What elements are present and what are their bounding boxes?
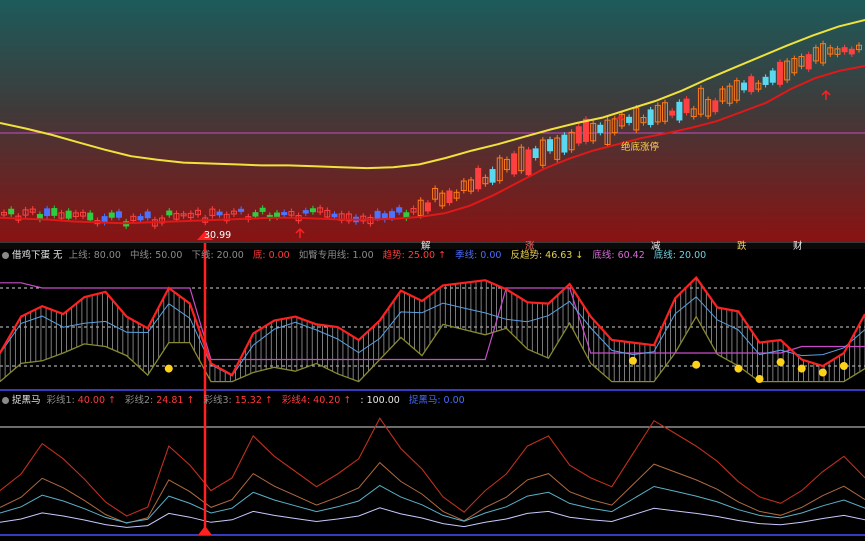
indicator-legend-1: 借鸡下蛋 无 上线: 80.00 中线: 50.00 下线: 20.00 底: 0.00… <box>0 249 865 263</box>
signal-dot <box>818 368 827 377</box>
candle-body <box>108 212 115 218</box>
event-label: 解 <box>421 241 431 252</box>
indicator-name: 捉黑马 <box>12 395 41 406</box>
candle-body <box>44 208 51 217</box>
signal-dot <box>755 375 764 383</box>
candle-body <box>575 126 582 144</box>
legend-item: 底线: 20.00 <box>653 250 707 261</box>
oscillator-panel-1 <box>0 249 865 394</box>
candle-body <box>87 212 94 221</box>
oscillator-1-background <box>0 249 865 394</box>
candle-body <box>712 100 719 113</box>
legend-item: 捉黑马: 0.00 <box>408 395 465 406</box>
chart-canvas <box>0 0 865 536</box>
legend-item: 反趋势: 46.63 ↓ <box>510 250 584 261</box>
candle-body <box>647 109 654 126</box>
candle-body <box>309 208 316 213</box>
candle-body <box>396 207 403 213</box>
legend-item: 如臀专用线: 1.00 <box>298 250 374 261</box>
event-label: 跌 <box>737 241 747 252</box>
legend-item: 趋势: 25.00 ↑ <box>382 250 447 261</box>
signal-dot <box>692 360 701 369</box>
candle-body <box>388 211 395 219</box>
legend-item: 彩线3: 15.32 ↑ <box>203 395 273 406</box>
candle-body <box>776 61 783 85</box>
candle-body <box>166 210 173 216</box>
price-panel-background <box>0 0 865 243</box>
candle-body <box>259 207 266 212</box>
candle-body <box>597 124 604 133</box>
candle-body <box>8 208 15 215</box>
price-low-label: 30.99 <box>204 230 232 241</box>
candle-body <box>424 202 431 212</box>
signal-dot <box>734 364 743 373</box>
candle-body <box>238 208 245 212</box>
candle-body <box>741 82 748 91</box>
candle-body <box>274 212 281 218</box>
legend-item: 季线: 0.00 <box>455 250 502 261</box>
candle-body <box>525 149 532 176</box>
candle-body <box>532 148 539 159</box>
legend-item: 底: 0.00 <box>252 250 290 261</box>
candle-body <box>216 211 223 216</box>
legend-item: :100.00 <box>360 395 400 406</box>
candle-body <box>65 210 72 219</box>
candle-body <box>848 48 855 55</box>
limit-up-label: 绝底涨停 <box>621 142 660 153</box>
signal-dot <box>628 356 637 365</box>
color-line-4 <box>0 507 865 528</box>
candle-body <box>547 139 554 152</box>
candle-body <box>374 210 381 219</box>
candle-body <box>489 169 496 183</box>
candle-body <box>281 212 288 216</box>
indicator-name: 借鸡下蛋 无 <box>12 250 63 261</box>
signal-dot <box>164 364 173 373</box>
candle-body <box>51 208 58 216</box>
candle-body <box>252 212 259 217</box>
legend-item: 下线: 20.00 <box>191 250 244 261</box>
color-line-3 <box>0 484 865 524</box>
candle-body <box>115 211 122 218</box>
candle-body <box>561 134 568 153</box>
candle-body <box>144 211 151 219</box>
candle-body <box>769 70 776 83</box>
signal-dot <box>776 358 785 367</box>
color-line-1 <box>0 417 865 517</box>
candle-body <box>626 116 633 123</box>
cursor-bottom-marker <box>198 526 212 535</box>
indicator-toggle-icon[interactable] <box>2 252 9 259</box>
legend-item: 彩线1: 40.00 ↑ <box>46 395 116 406</box>
candle-body <box>805 54 812 70</box>
event-label: 涨 <box>525 241 535 252</box>
event-label: 减 <box>651 241 661 252</box>
candle-body <box>475 167 482 190</box>
candle-body <box>683 98 690 114</box>
candle-body <box>302 210 309 214</box>
signal-dot <box>797 364 806 373</box>
candle-body <box>748 76 755 93</box>
legend-item: 彩线2: 24.81 ↑ <box>125 395 195 406</box>
legend-item: 上线: 80.00 <box>68 250 121 261</box>
indicator-toggle-icon[interactable] <box>2 397 9 404</box>
candle-body <box>582 118 589 142</box>
candle-body <box>511 153 518 175</box>
indicator-legend-2: 捉黑马 彩线1: 40.00 ↑ 彩线2: 24.81 ↑ 彩线3: 15.32 ↑ 彩线4… <box>0 394 865 408</box>
candle-body <box>841 47 848 53</box>
oscillator-panel-2 <box>0 417 865 536</box>
candle-body <box>137 216 144 221</box>
legend-item: 底线: 60.42 <box>592 250 645 261</box>
candle-body <box>762 76 769 85</box>
candle-body <box>446 190 453 204</box>
candle-body <box>676 101 683 121</box>
stock-chart-window: { "colors": { "ma_long": "#f0e23c", "ma_… <box>0 0 865 541</box>
candle-body <box>331 213 338 218</box>
legend-item: 彩线4: 40.20 ↑ <box>281 395 352 406</box>
candle-body <box>669 110 676 116</box>
signal-dot <box>839 362 848 370</box>
event-label: 财 <box>793 241 803 252</box>
legend-item: 中线: 50.00 <box>130 250 183 261</box>
